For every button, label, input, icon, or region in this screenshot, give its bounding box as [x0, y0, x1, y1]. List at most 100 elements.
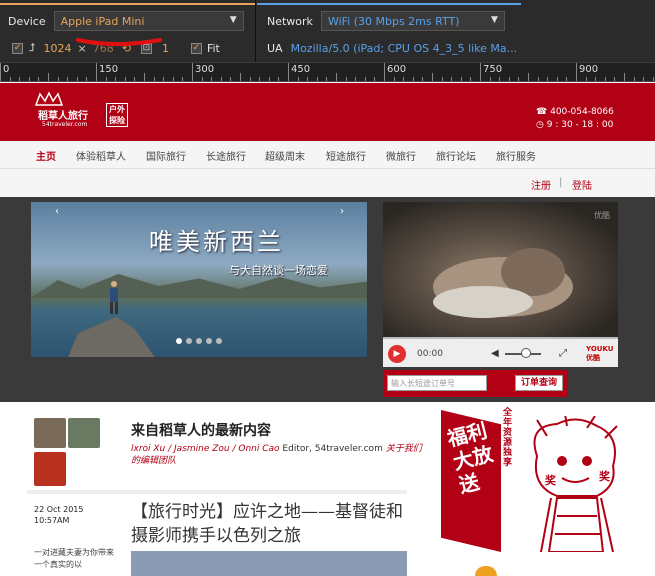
nav-item-home[interactable]: 主页	[36, 148, 56, 163]
order-lookup: 输入长短途订单号 订单查询	[383, 370, 568, 397]
article-date-time: 10:57AM	[34, 516, 70, 525]
logo-tag: 户外 探险	[106, 103, 128, 127]
avatar	[34, 418, 66, 448]
ruler-tick	[278, 77, 279, 81]
volume-icon[interactable]: ◀	[491, 348, 499, 359]
ruler-tick	[125, 77, 126, 81]
section-divider	[27, 490, 407, 494]
carousel-dot[interactable]	[216, 338, 222, 344]
ruler-label: 0	[3, 64, 10, 75]
ruler-tick	[643, 77, 644, 81]
ruler-tick	[317, 77, 318, 81]
ruler-tick	[442, 77, 443, 81]
ruler-tick	[163, 77, 164, 81]
ruler-tick	[538, 77, 539, 81]
ruler-tick	[355, 77, 356, 81]
fit-checkbox[interactable]: ✓	[190, 42, 202, 54]
ruler-tick	[547, 77, 548, 81]
ruler-tick	[432, 73, 433, 81]
promo-banner[interactable]: 福利大放送 全年资源独享 奖 奖	[437, 402, 627, 552]
ruler-tick	[461, 77, 462, 81]
ruler-tick	[413, 77, 414, 81]
order-number-input[interactable]: 输入长短途订单号	[387, 375, 487, 391]
about-link[interactable]: 关于我们	[386, 444, 422, 454]
carousel-prev-arrow[interactable]: ‹	[55, 206, 59, 217]
ruler-tick	[346, 77, 347, 81]
banner-subline: 与大自然谈一场恋爱	[229, 264, 328, 277]
nav-item-experience[interactable]: 体验稻草人	[76, 148, 126, 163]
video-watermark: 优酷	[594, 211, 610, 220]
article-snippet[interactable]: 一对进藏夫妻为你带来一个真实的以	[34, 547, 116, 571]
phone-icon: ☎	[536, 107, 548, 117]
nav-item-micro-travel[interactable]: 微旅行	[386, 148, 416, 163]
ruler-tick	[595, 77, 596, 81]
avatar	[34, 452, 66, 486]
ruler-tick	[614, 77, 615, 81]
nav-item-super-weekend[interactable]: 超级周末	[265, 148, 305, 163]
rock-shape	[67, 316, 157, 357]
auth-bar: 注册 | 登陆	[0, 169, 655, 197]
nav-item-forum[interactable]: 旅行论坛	[436, 148, 476, 163]
ua-field[interactable]: Mozilla/5.0 (iPad; CPU OS 4_3_5 like Ma.…	[291, 42, 518, 55]
volume-knob[interactable]	[521, 348, 531, 358]
ruler-tick	[154, 77, 155, 81]
network-select[interactable]: WiFi (30 Mbps 2ms RTT) ▼	[320, 11, 505, 31]
carousel-dot[interactable]	[186, 338, 192, 344]
carousel-next-arrow[interactable]: ›	[340, 206, 344, 217]
cat-video-thumbnail	[433, 248, 573, 318]
ruler-tick	[106, 77, 107, 81]
horizontal-ruler: 0 150 300 450 600 750 900	[0, 62, 655, 82]
register-link[interactable]: 注册	[531, 177, 551, 192]
ua-label: UA	[267, 41, 283, 55]
ruler-tick	[86, 77, 87, 81]
ruler-label: 300	[195, 64, 215, 75]
site-logo[interactable]: 稻草人旅行 54traveler.com 户外 探险	[28, 89, 138, 133]
ruler-label: 750	[483, 64, 503, 75]
ruler-tick	[0, 63, 1, 81]
ruler-tick	[653, 77, 654, 81]
resolution-checkbox[interactable]: ✓	[12, 42, 23, 54]
ruler-tick	[518, 77, 519, 81]
nav-item-services[interactable]: 旅行服务	[496, 148, 536, 163]
width-field[interactable]: 1024	[44, 42, 72, 55]
carousel-dot[interactable]	[206, 338, 212, 344]
logo-domain: 54traveler.com	[42, 121, 88, 128]
carousel-dot[interactable]	[176, 338, 182, 344]
article-title[interactable]: 【旅行时光】应许之地——基督徒和摄影师携手以色列之旅	[131, 500, 411, 548]
ruler-tick	[624, 73, 625, 81]
ruler-tick	[134, 77, 135, 81]
annotation-scribble	[76, 38, 162, 46]
ruler-tick	[634, 77, 635, 81]
article-thumbnail[interactable]	[131, 551, 407, 576]
nav-item-international[interactable]: 国际旅行	[146, 148, 186, 163]
ruler-tick	[48, 73, 49, 81]
hero-carousel[interactable]: ‹ › 唯美新西兰 与大自然谈一场恋爱	[31, 202, 367, 357]
editor-names[interactable]: lxroi Xu / Jasmine Zou / Onni Cao	[131, 444, 280, 454]
ruler-tick	[499, 77, 500, 81]
ruler-tick	[211, 77, 212, 81]
avatar	[68, 418, 100, 448]
promo-subtext: 全年资源独享	[503, 408, 513, 468]
ruler-tick	[576, 63, 577, 81]
fullscreen-icon[interactable]: ⤢	[559, 348, 567, 359]
video-frame[interactable]: 优酷	[383, 202, 618, 337]
video-controls: ▶ 00:00 ◀ ⤢ YOUKU 优酷	[383, 337, 618, 367]
ruler-tick	[288, 63, 289, 81]
about-link-continued[interactable]: 的编辑团队	[131, 455, 422, 467]
play-icon[interactable]: ▶	[388, 345, 406, 363]
nav-item-long-trips[interactable]: 长途旅行	[206, 148, 246, 163]
ruler-tick	[480, 63, 481, 81]
carousel-dot[interactable]	[196, 338, 202, 344]
ruler-tick	[422, 77, 423, 81]
video-player[interactable]: 优酷 ▶ 00:00 ◀ ⤢ YOUKU 优酷	[383, 202, 618, 367]
ruler-tick	[566, 77, 567, 81]
youku-logo[interactable]: YOUKU 优酷	[586, 345, 618, 363]
login-link[interactable]: 登陆	[572, 177, 592, 192]
device-select[interactable]: Apple iPad Mini ▼	[53, 11, 244, 31]
ruler-tick	[96, 63, 97, 81]
auth-separator: |	[559, 177, 563, 188]
editors-suffix: Editor, 54traveler.com	[282, 444, 383, 454]
order-query-button[interactable]: 订单查询	[515, 375, 563, 391]
nav-item-short-trips[interactable]: 短途旅行	[326, 148, 366, 163]
ruler-tick	[374, 77, 375, 81]
